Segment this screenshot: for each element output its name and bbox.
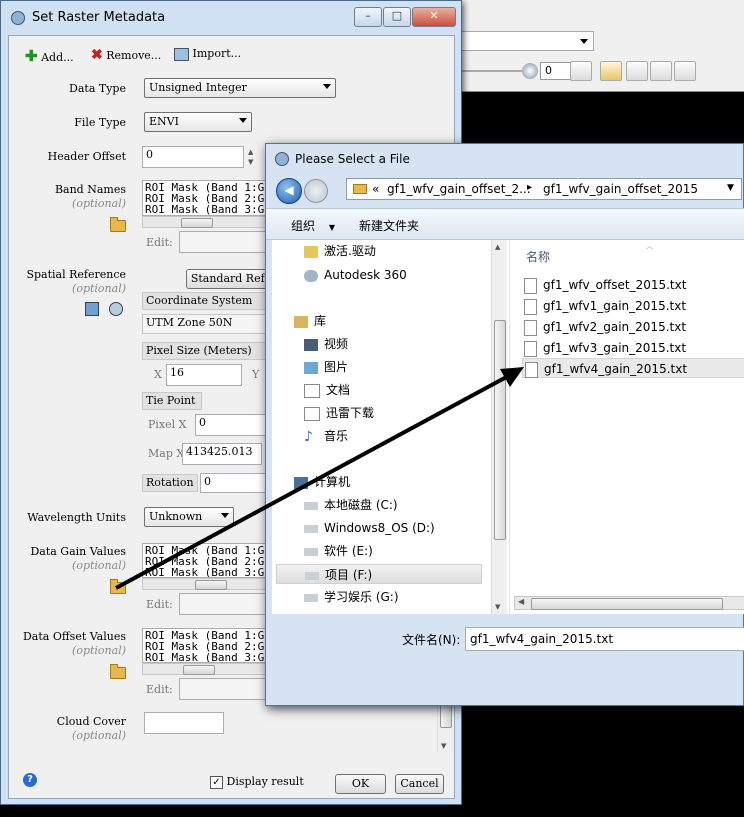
annotation-arrow (115, 367, 524, 590)
arrow-line (115, 372, 513, 590)
